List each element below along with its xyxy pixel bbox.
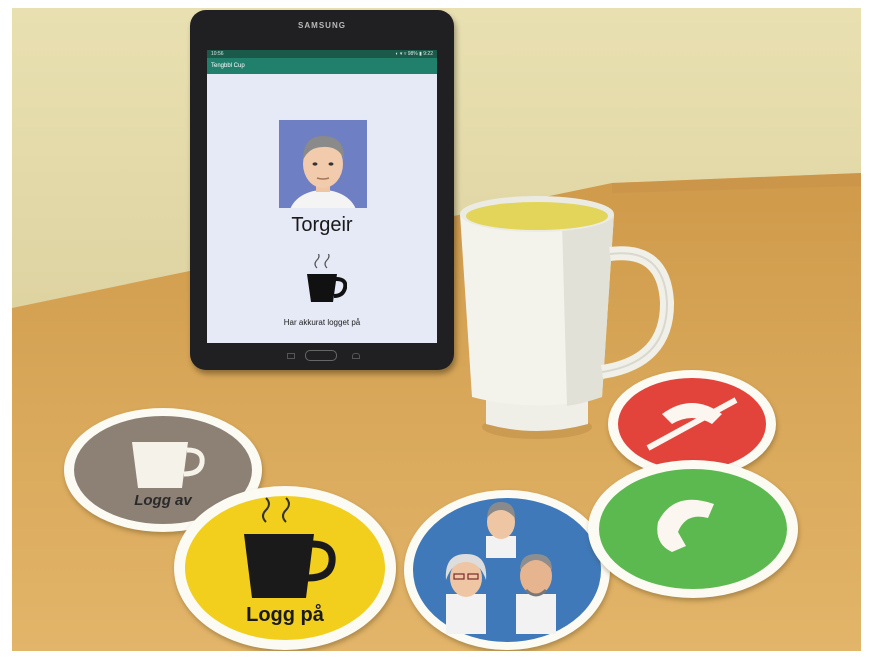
user-avatar[interactable] [279, 120, 367, 208]
user-name: Torgeir [291, 214, 353, 236]
app-title: Tengbbl Cup [211, 63, 245, 69]
status-left: 10:56 [211, 51, 224, 57]
tablet-screen: 10:56 ◐ ▾ ▿ 98% ▮ 9:22 Tengbbl Cup Torge… [207, 50, 437, 343]
status-right: ◐ ▾ ▿ 98% ▮ 9:22 [395, 51, 433, 57]
contacts-disc[interactable] [404, 490, 610, 650]
call-disc[interactable] [588, 460, 798, 598]
avatar-icon [445, 554, 487, 634]
tablet-device: SAMSUNG 10:56 ◐ ▾ ▿ 98% ▮ 9:22 Tengbbl C… [190, 10, 454, 370]
app-title-bar: Tengbbl Cup [207, 58, 437, 74]
contacts-disc-face [413, 498, 601, 642]
photo-scene: SAMSUNG 10:56 ◐ ▾ ▿ 98% ▮ 9:22 Tengbbl C… [12, 8, 861, 651]
login-label: Logg på [246, 604, 324, 626]
status-bar: 10:56 ◐ ▾ ▿ 98% ▮ 9:22 [207, 50, 437, 58]
home-button[interactable] [305, 350, 337, 361]
avatar-icon [516, 554, 556, 634]
avatar-icon [290, 136, 356, 208]
back-button[interactable] [352, 353, 360, 359]
coffee-cup-icon [307, 254, 347, 302]
recent-apps-button[interactable] [287, 353, 295, 359]
call-disc-face [599, 469, 787, 589]
avatar-icon [486, 502, 516, 558]
login-disc[interactable]: Logg på [174, 486, 396, 650]
tablet-brand-label: SAMSUNG [298, 21, 346, 30]
login-status-text: Har akkurat logget på [283, 318, 361, 327]
